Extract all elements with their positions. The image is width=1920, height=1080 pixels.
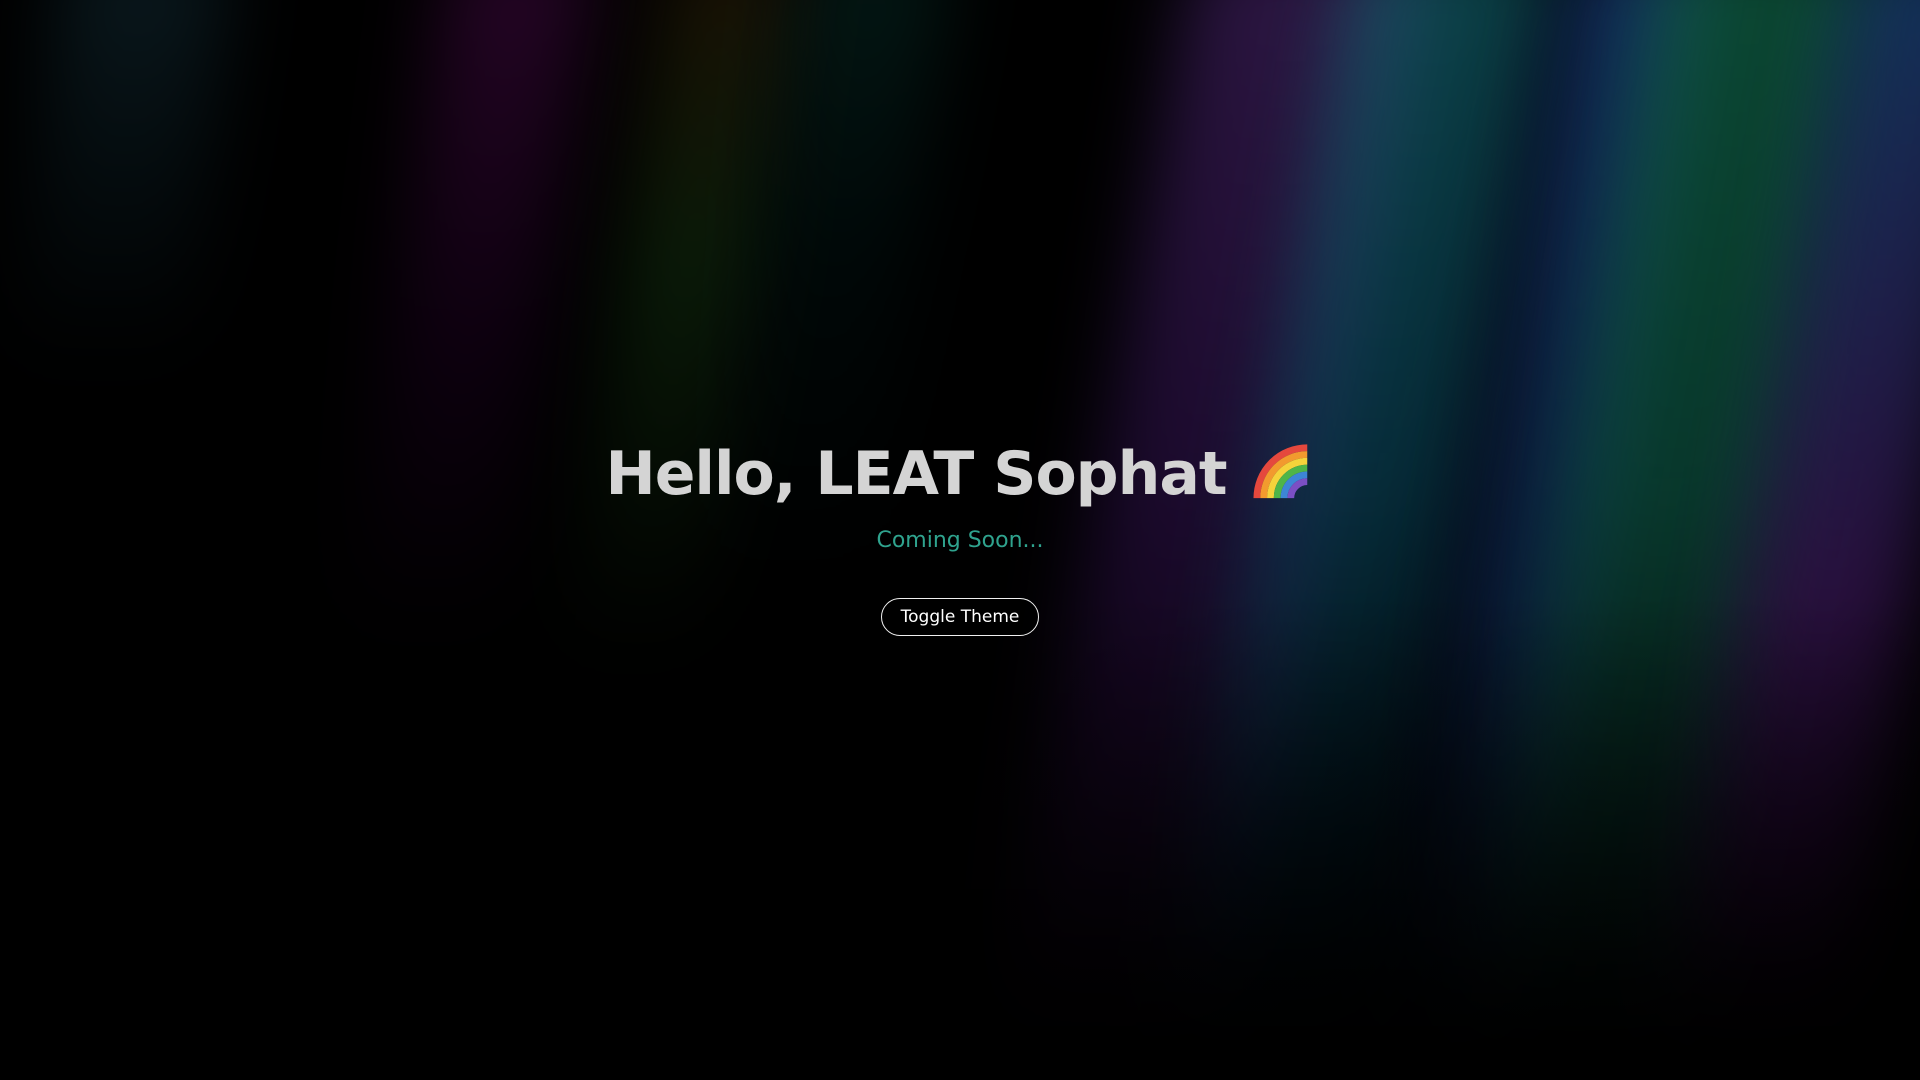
rainbow-icon [1253,444,1308,499]
title-row: Hello, LEAT Sophat [0,436,1920,512]
coming-soon-text: Coming Soon... [876,528,1044,553]
hero-section: Hello, LEAT Sophat Coming Soon... Toggle… [0,0,1920,1080]
toggle-theme-button[interactable]: Toggle Theme [881,598,1039,636]
landing-page: Hello, LEAT Sophat Coming Soon... Toggle… [0,0,1920,1080]
page-title: Hello, LEAT Sophat [605,439,1227,509]
